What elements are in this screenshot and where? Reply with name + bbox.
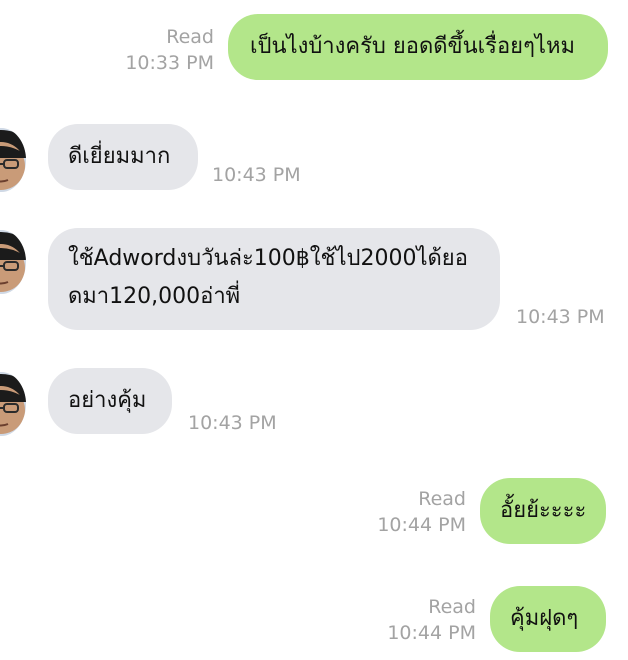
contact-avatar[interactable] [0, 372, 26, 436]
message-5-meta: Read 10:44 PM [350, 486, 466, 538]
timestamp: 10:43 PM [212, 164, 301, 186]
timestamp: 10:33 PM [125, 52, 214, 74]
timestamp: 10:44 PM [387, 622, 476, 644]
timestamp: 10:44 PM [377, 514, 466, 536]
timestamp: 10:43 PM [188, 412, 277, 434]
outgoing-message-bubble[interactable]: เป็นไงบ้างครับ ยอดดีขึ้นเรื่อยๆไหม [228, 14, 608, 80]
incoming-message-bubble[interactable]: อย่างคุ้ม [48, 368, 172, 434]
message-text: ดีเยี่ยมมาก [68, 144, 171, 169]
read-status: Read [428, 596, 476, 618]
message-1-meta: Read 10:33 PM [96, 24, 214, 76]
message-text: เป็นไงบ้างครับ ยอดดีขึ้นเรื่อยๆไหม [250, 34, 575, 59]
message-6-meta: Read 10:44 PM [360, 594, 476, 646]
message-text-line-1: ใช้Adwordงบวันล่ะ100฿ใช้ไป2000ได้ยอ [68, 246, 468, 271]
contact-avatar[interactable] [0, 128, 26, 192]
message-text: อั้ยย้ะะะะ [500, 498, 587, 523]
read-status: Read [166, 26, 214, 48]
outgoing-message-bubble[interactable]: คุ้มฝุดๆ [490, 586, 606, 652]
message-text: คุ้มฝุดๆ [510, 606, 579, 631]
read-status: Read [418, 488, 466, 510]
contact-avatar[interactable] [0, 230, 26, 294]
incoming-message-bubble[interactable]: ดีเยี่ยมมาก [48, 124, 198, 190]
incoming-message-bubble[interactable]: ใช้Adwordงบวันล่ะ100฿ใช้ไป2000ได้ยอ ดมา1… [48, 228, 500, 330]
outgoing-message-bubble[interactable]: อั้ยย้ะะะะ [480, 478, 606, 544]
message-text: อย่างคุ้ม [68, 388, 147, 413]
timestamp: 10:43 PM [516, 306, 605, 328]
message-text-line-2: ดมา120,000อ่าพี่ [68, 284, 241, 309]
